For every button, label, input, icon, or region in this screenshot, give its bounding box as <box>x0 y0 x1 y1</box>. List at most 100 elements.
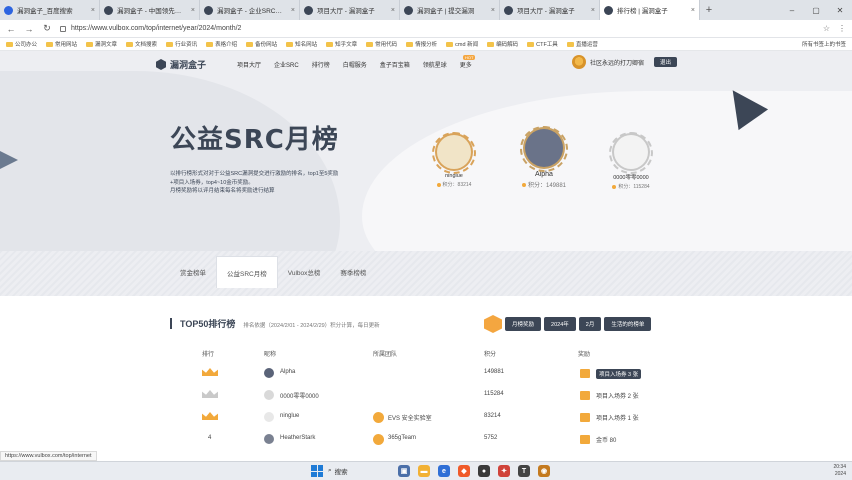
header-score: 积分 <box>484 352 497 358</box>
file-explorer-icon[interactable]: ▬ <box>418 465 430 477</box>
windows-start-icon[interactable] <box>311 465 323 477</box>
app-icon[interactable]: ◉ <box>538 465 550 477</box>
bookmark-item[interactable]: 直播运营 <box>566 40 598 48</box>
minimize-icon[interactable]: – <box>780 0 804 20</box>
browser-tab[interactable]: 漏洞盒子 | 提交漏洞 × <box>400 0 500 20</box>
close-icon[interactable]: × <box>691 7 695 14</box>
podium-first[interactable]: Alpha 积分：149881 <box>509 126 579 189</box>
bookmark-item[interactable]: 情报分析 <box>406 40 437 48</box>
star-icon[interactable]: ☆ <box>823 24 830 33</box>
nav-link[interactable]: 排行榜 <box>312 60 330 69</box>
bookmark-item[interactable]: 编码解码 <box>487 40 518 48</box>
taskbar-search-label: 搜索 <box>334 469 348 476</box>
nav-link[interactable]: 更多 <box>460 60 472 69</box>
table-row[interactable]: 0000零零0000 115284 项目入场券 2 张 <box>170 387 680 405</box>
user-menu[interactable]: 社区永远的打刀卿宿 退出 <box>572 55 678 69</box>
bookmark-item[interactable]: 知名网站 <box>286 40 317 48</box>
taskbar-search[interactable]: ⌕ 搜索 <box>328 466 348 476</box>
podium-score: 积分：115284 <box>612 183 650 190</box>
user-nickname[interactable]: HeatherStark <box>280 435 315 441</box>
new-tab-button[interactable]: + <box>700 0 718 20</box>
all-bookmarks[interactable]: 所有书签上的书签 <box>802 40 846 48</box>
back-icon[interactable]: ← <box>6 24 16 34</box>
app-icon[interactable]: ◆ <box>458 465 470 477</box>
close-icon[interactable]: × <box>491 7 495 14</box>
avatar[interactable] <box>572 55 586 69</box>
taskview-icon[interactable]: ▣ <box>398 465 410 477</box>
bookmark-item[interactable]: 表格介绍 <box>206 40 237 48</box>
browser-tab[interactable]: 项目大厅 - 漏洞盒子 × <box>300 0 400 20</box>
url-field[interactable]: https://www.vulbox.com/top/internet/year… <box>60 22 815 35</box>
user-nickname[interactable]: 0000零零0000 <box>280 391 319 400</box>
close-icon[interactable]: × <box>91 7 95 14</box>
edge-icon[interactable]: e <box>438 465 450 477</box>
podium-third[interactable]: 0000零零0000 积分：115284 <box>596 132 666 190</box>
ranking-tab[interactable]: 赏金榜单 <box>170 256 216 288</box>
nav-link[interactable]: 白帽服务 <box>343 60 367 69</box>
user-score: 115284 <box>484 391 504 397</box>
nav-link[interactable]: 领航星球 <box>423 60 447 69</box>
close-icon[interactable]: × <box>591 7 595 14</box>
user-nickname[interactable]: ninglue <box>280 413 299 419</box>
podium-name: 0000零零0000 <box>613 175 649 181</box>
bookmark-item[interactable]: 文档搜索 <box>126 40 157 48</box>
maximize-icon[interactable]: ▢ <box>804 0 828 20</box>
close-icon[interactable]: × <box>291 7 295 14</box>
user-nickname[interactable]: Alpha <box>280 369 295 375</box>
reward-icon <box>580 413 590 422</box>
bookmark-item[interactable]: 常用代码 <box>366 40 397 48</box>
close-window-icon[interactable]: ✕ <box>828 0 852 20</box>
filter-list-type[interactable]: 生活的的榜单 <box>604 317 652 331</box>
team-name[interactable]: EVS 安全实验室 <box>388 413 432 422</box>
podium-second[interactable]: ninglue 积分：83214 <box>419 132 489 188</box>
nav-link[interactable]: 企业SRC <box>274 60 299 69</box>
folder-icon <box>86 41 94 47</box>
filter-button[interactable]: 月榜奖励 <box>505 317 542 331</box>
extensions-icon[interactable]: ⋮ <box>838 24 846 33</box>
filter-month[interactable]: 2月 <box>578 317 602 331</box>
reward-icon <box>580 435 590 444</box>
bookmark-label: CTF工具 <box>536 42 558 48</box>
podium-score: 积分：149881 <box>521 180 566 189</box>
table-row[interactable]: Alpha 149881 项目入场券 3 张 <box>170 365 680 383</box>
browser-tab[interactable]: 排行榜 | 漏洞盒子 × <box>600 0 700 20</box>
bookmark-item[interactable]: 公司办公 <box>6 40 37 48</box>
nav-link[interactable]: 项目大厅 <box>237 60 261 69</box>
bookmark-item[interactable]: 备份网站 <box>246 40 277 48</box>
bookmark-item[interactable]: CTF工具 <box>527 40 558 48</box>
app-icon[interactable]: ✦ <box>498 465 510 477</box>
close-icon[interactable]: × <box>391 7 395 14</box>
section-header: TOP50排行榜 排名依据（2024/2/01 - 2024/2/29）积分计算… <box>170 317 380 330</box>
filter-year[interactable]: 2024年 <box>544 317 576 331</box>
points-icon <box>521 182 526 187</box>
browser-tab[interactable]: 漏洞盒子_百度搜索 × <box>0 0 100 20</box>
nav-link[interactable]: 盒子百宝箱 <box>380 60 410 69</box>
ranking-tab[interactable]: Vulbox总榜 <box>278 256 331 288</box>
browser-tab[interactable]: 漏洞盒子 - 中国领先的漏洞平台 × <box>100 0 200 20</box>
bookmark-item[interactable]: 常用网站 <box>46 40 77 48</box>
table-row[interactable]: ninglue EVS 安全实验室 83214 项目入场券 1 张 <box>170 409 680 427</box>
page-content: 漏洞盒子 项目大厅 企业SRC 排行榜 白帽服务 盒子百宝箱 领航星球 更多 HOT 社区永… <box>0 51 852 466</box>
browser-tab[interactable]: 漏洞盒子 - 企业SRC，快速为... × <box>200 0 300 20</box>
site-logo[interactable]: 漏洞盒子 <box>156 58 206 71</box>
close-icon[interactable]: × <box>191 7 195 14</box>
browser-tab[interactable]: 项目大厅 - 漏洞盒子 × <box>500 0 600 20</box>
bookmark-item[interactable]: 漏洞文章 <box>86 40 117 48</box>
bookmark-item[interactable]: 知乎文章 <box>326 40 357 48</box>
ranking-tab[interactable]: 赛季榜榜 <box>330 256 376 288</box>
team-name[interactable]: 365gTeam <box>388 435 416 441</box>
paper-plane-decoration <box>0 151 18 169</box>
bookmark-label: 文档搜索 <box>135 42 158 48</box>
bookmark-item[interactable]: cmd 新闻 <box>446 40 478 48</box>
table-row[interactable]: 4 HeatherStark 365gTeam 5752 金币 80 <box>170 431 680 449</box>
bookmark-item[interactable]: 行业资讯 <box>166 40 197 48</box>
bookmark-label: 表格介绍 <box>215 42 238 48</box>
app-icon[interactable]: ● <box>478 465 490 477</box>
folder-icon <box>286 41 294 47</box>
reward-text: 金币 80 <box>596 438 617 444</box>
ranking-tab[interactable]: 公益SRC月榜 <box>216 256 278 288</box>
logout-button[interactable]: 退出 <box>654 57 678 67</box>
forward-icon[interactable]: → <box>24 24 34 34</box>
typora-icon[interactable]: T <box>518 465 530 477</box>
reload-icon[interactable]: ↻ <box>42 23 52 34</box>
